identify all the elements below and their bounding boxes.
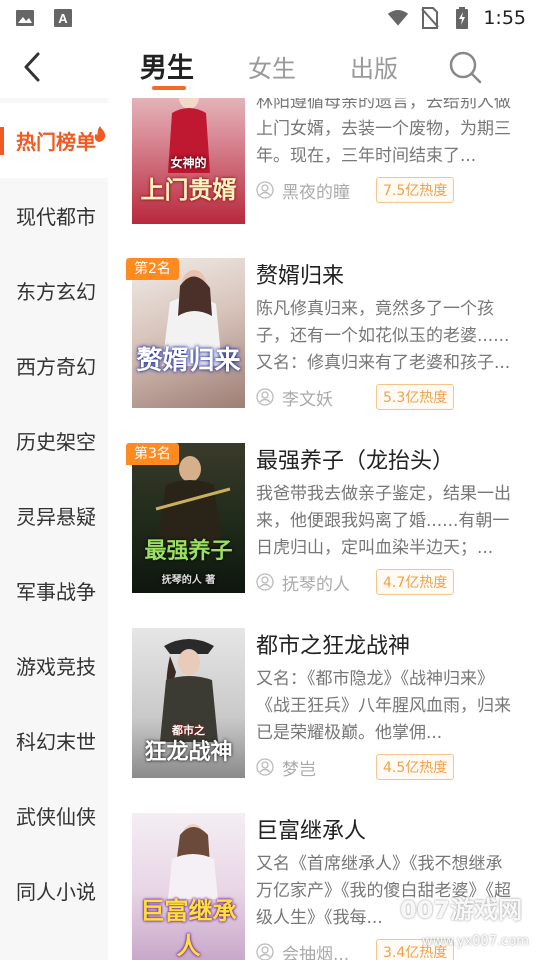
category-sidebar: 热门榜单 现代都市 东方玄幻 西方奇幻 历史架空 灵异悬疑 军事战争 游戏竞技 …	[0, 98, 108, 960]
book-description: 陈凡修真归来，竟然多了一个孩子，还有一个如花似玉的老婆......又名：修真归来…	[256, 299, 511, 373]
book-author: 李文妖	[282, 389, 333, 410]
sidebar-item-scifi[interactable]: 科幻末世	[0, 703, 108, 778]
rank-badge: 第2名	[126, 258, 179, 280]
image-icon	[14, 8, 36, 28]
status-time: 1:55	[483, 7, 526, 29]
sidebar-item-military[interactable]: 军事战争	[0, 553, 108, 628]
book-item[interactable]: 第2名 赘婿归来 赘婿归来 陈凡修真归来，竟然多了一个孩子，还有一个如花似玉的老…	[108, 258, 540, 428]
book-item[interactable]: 第3名 最强养子 抚琴的人 著 最强养子（龙抬头） 我爸带我去做亲子鉴定，结果一…	[108, 443, 540, 613]
font-icon: A	[52, 8, 74, 28]
sidebar-item-label: 武侠仙侠	[16, 805, 96, 829]
book-cover: 最强养子 抚琴的人 著	[132, 443, 245, 593]
sidebar-item-label: 同人小说	[16, 880, 96, 904]
watermark-url: www.yx007.com	[422, 934, 529, 949]
no-sim-icon	[419, 7, 441, 29]
book-description: 我爸带我去做亲子鉴定，结果一出来，他便跟我妈离了婚......有朝一日虎归山，定…	[256, 484, 511, 558]
svg-text:A: A	[58, 11, 68, 26]
sidebar-item-label: 东方玄幻	[16, 280, 96, 304]
book-title: 都市之狂龙战神	[256, 634, 411, 659]
book-author: 会抽烟...	[282, 944, 350, 960]
sidebar-item-western-fantasy[interactable]: 西方奇幻	[0, 328, 108, 403]
author-icon	[256, 181, 274, 199]
book-meta: 黑夜的瞳 7.5亿热度	[256, 177, 455, 203]
sidebar-item-modern-city[interactable]: 现代都市	[0, 178, 108, 253]
sidebar-item-wuxia[interactable]: 武侠仙侠	[0, 778, 108, 853]
sidebar-item-supernatural[interactable]: 灵异悬疑	[0, 478, 108, 553]
wifi-icon	[387, 8, 409, 28]
tab-female[interactable]: 女生	[248, 49, 296, 84]
top-nav: 男生 女生 出版	[0, 36, 540, 96]
search-button[interactable]	[446, 48, 484, 86]
active-indicator	[0, 127, 4, 155]
book-cover: 都市之 狂龙战神	[132, 628, 245, 778]
author-icon	[256, 943, 274, 960]
tab-publish[interactable]: 出版	[350, 49, 398, 84]
book-item[interactable]: 都市之 狂龙战神 都市之狂龙战神 又名：《都市隐龙》《战神归来》《战王狂兵》八年…	[108, 628, 540, 798]
heat-badge: 5.3亿热度	[376, 384, 455, 410]
back-button[interactable]	[16, 50, 48, 84]
book-title: 最强养子（龙抬头）	[256, 449, 455, 474]
sidebar-item-label: 灵异悬疑	[16, 505, 96, 529]
book-description: 林阳遵循母亲的遗言，去给别人做上门女婿，去装一个废物，为期三年。现在，三年时间结…	[256, 98, 511, 166]
search-icon	[449, 51, 482, 84]
book-cover: 巨富继承人	[132, 813, 245, 960]
heat-badge: 7.5亿热度	[376, 177, 455, 203]
chevron-left-icon	[24, 52, 40, 82]
book-list: 女神的 上门贵婿 林阳遵循母亲的遗言，去给别人做上门女婿，去装一个废物，为期三年…	[108, 98, 540, 960]
book-cover: 赘婿归来	[132, 258, 245, 408]
sidebar-item-label: 现代都市	[16, 205, 96, 229]
book-item[interactable]: 女神的 上门贵婿 林阳遵循母亲的遗言，去给别人做上门女婿，去装一个废物，为期三年…	[108, 98, 540, 248]
sidebar-item-label: 军事战争	[16, 580, 96, 604]
sidebar-item-alt-history[interactable]: 历史架空	[0, 403, 108, 478]
sidebar-item-eastern-fantasy[interactable]: 东方玄幻	[0, 253, 108, 328]
active-tab-underline	[152, 86, 186, 90]
book-title: 巨富继承人	[256, 819, 367, 844]
book-title: 赘婿归来	[256, 264, 345, 289]
book-meta: 梦岂 4.5亿热度	[256, 754, 455, 780]
book-author: 黑夜的瞳	[282, 182, 350, 203]
book-cover: 女神的 上门贵婿	[132, 98, 245, 224]
book-author: 抚琴的人	[282, 574, 350, 595]
rank-badge: 第3名	[126, 443, 179, 465]
heat-badge: 4.5亿热度	[376, 754, 455, 780]
book-description: 又名：《都市隐龙》《战神归来》《战王狂兵》八年腥风血雨，归来已是荣耀极巅。他掌佣…	[256, 669, 511, 743]
watermark: 007游戏网	[400, 896, 523, 924]
fire-icon	[94, 126, 106, 142]
sidebar-item-hot-ranking[interactable]: 热门榜单	[0, 103, 108, 178]
status-bar: A 1:55	[0, 0, 540, 36]
sidebar-item-label: 热门榜单	[16, 130, 96, 154]
sidebar-item-fanfic[interactable]: 同人小说	[0, 853, 108, 928]
sidebar-item-label: 科幻末世	[16, 730, 96, 754]
sidebar-item-gaming[interactable]: 游戏竞技	[0, 628, 108, 703]
tab-male[interactable]: 男生	[140, 46, 194, 85]
sidebar-item-label: 西方奇幻	[16, 355, 96, 379]
book-meta: 抚琴的人 4.7亿热度	[256, 569, 455, 595]
author-icon	[256, 573, 274, 591]
author-icon	[256, 388, 274, 406]
sidebar-item-label: 历史架空	[16, 430, 96, 454]
sidebar-item-label: 游戏竞技	[16, 655, 96, 679]
battery-charging-icon	[451, 7, 473, 29]
book-meta: 李文妖 5.3亿热度	[256, 384, 455, 410]
author-icon	[256, 758, 274, 776]
heat-badge: 4.7亿热度	[376, 569, 455, 595]
book-author: 梦岂	[282, 759, 316, 780]
